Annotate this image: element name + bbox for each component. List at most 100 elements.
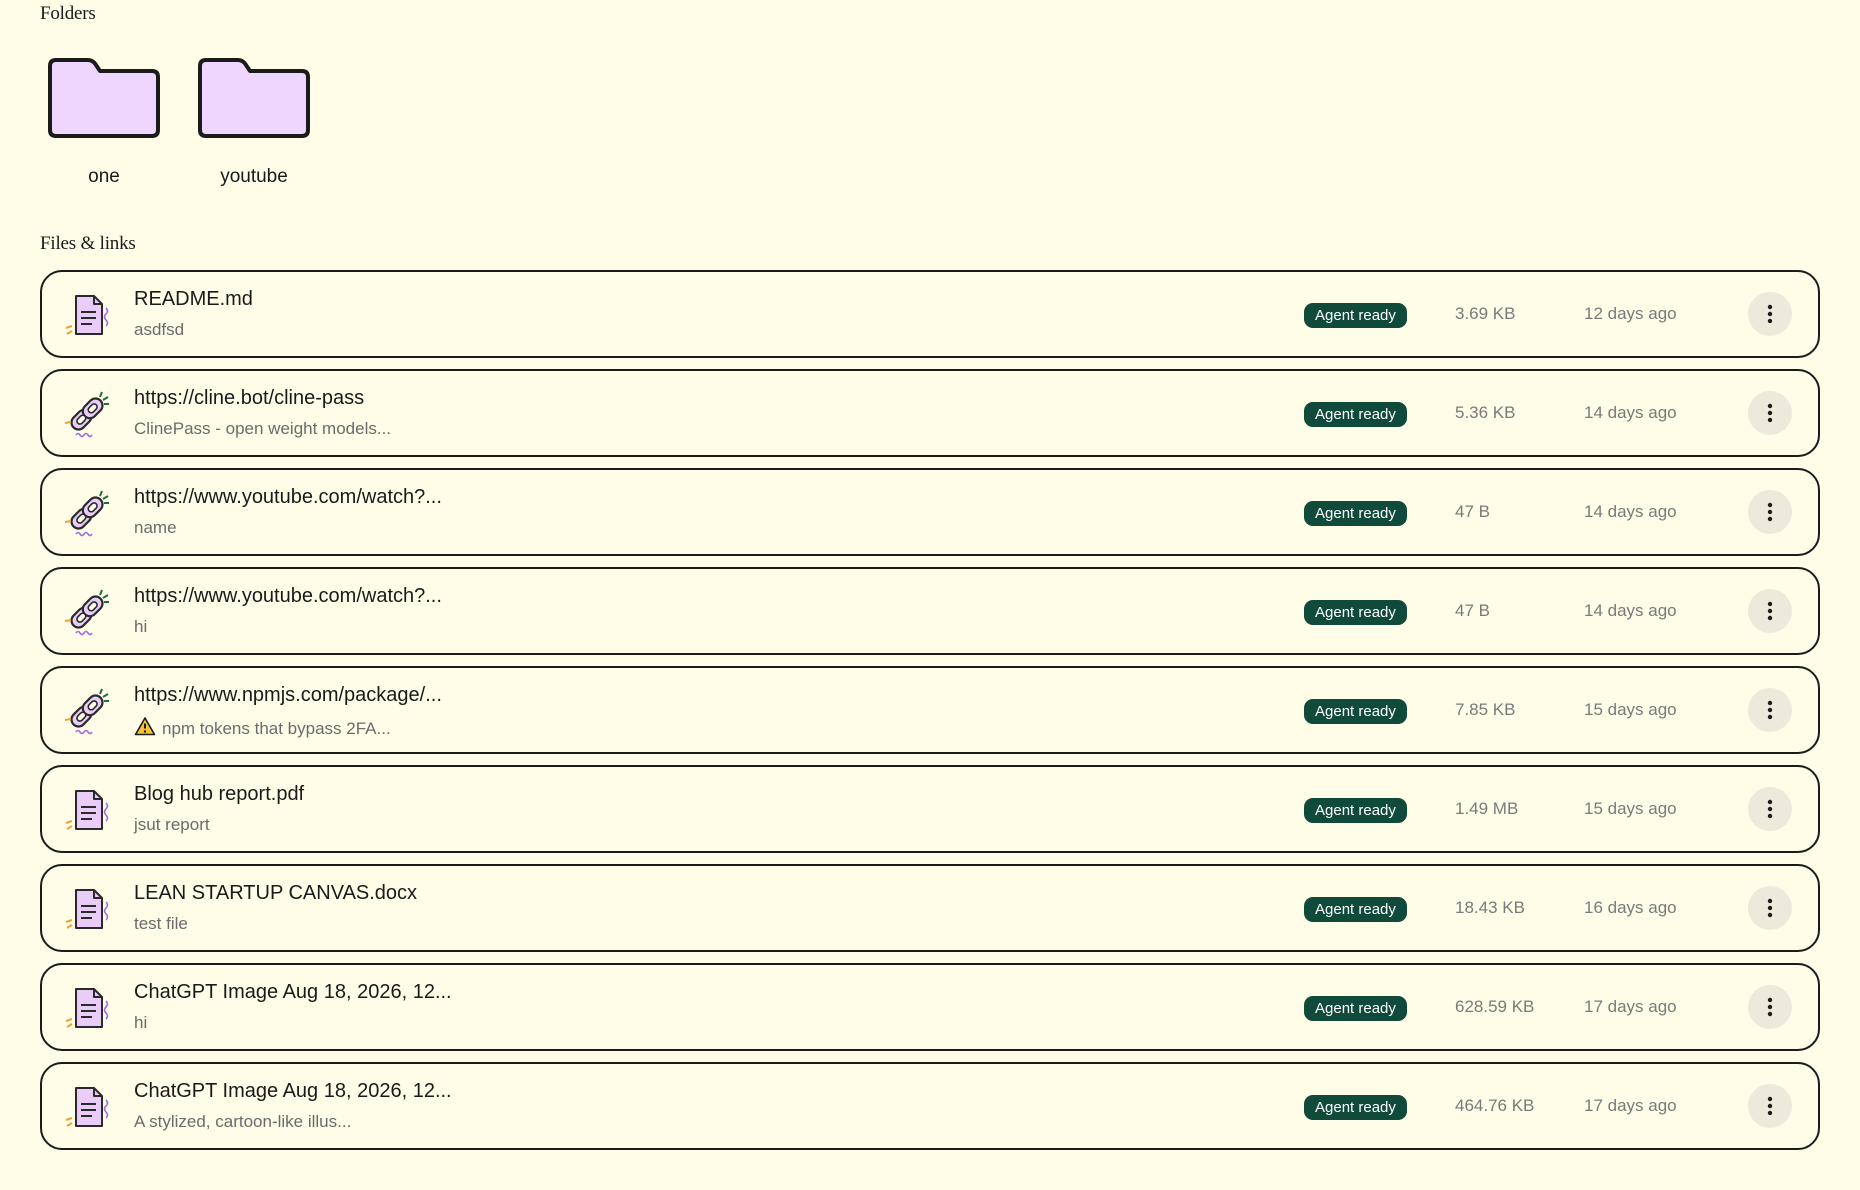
- more-options-button[interactable]: [1748, 886, 1792, 930]
- link-icon: [62, 488, 112, 538]
- file-description: npm tokens that bypass 2FA...: [134, 716, 391, 741]
- file-description: A stylized, cartoon-like illus...: [134, 1112, 351, 1132]
- file-description: jsut report: [134, 815, 210, 835]
- file-date: 17 days ago: [1584, 997, 1677, 1016]
- link-icon: [62, 686, 112, 736]
- file-date: 12 days ago: [1584, 304, 1677, 323]
- folders-section-title: Folders: [40, 3, 96, 24]
- warning-icon: [134, 716, 156, 741]
- file-title: https://cline.bot/cline-pass: [134, 387, 365, 409]
- folder-icon: [46, 56, 162, 140]
- more-vertical-icon: [1767, 601, 1773, 621]
- more-vertical-icon: [1767, 304, 1773, 324]
- status-badge: Agent ready: [1304, 600, 1407, 625]
- folder-name: one: [88, 166, 120, 187]
- status-badge: Agent ready: [1304, 402, 1407, 427]
- more-vertical-icon: [1767, 997, 1773, 1017]
- more-vertical-icon: [1767, 700, 1773, 720]
- file-row[interactable]: LEAN STARTUP CANVAS.docx test file Agent r…: [40, 864, 1820, 952]
- file-description-text: name: [134, 518, 177, 537]
- more-options-button[interactable]: [1748, 688, 1792, 732]
- file-row[interactable]: https://www.youtube.com/watch?... hi Agent…: [40, 567, 1820, 655]
- folder-name: youtube: [220, 166, 288, 187]
- document-icon: [62, 1082, 112, 1132]
- more-vertical-icon: [1767, 502, 1773, 522]
- file-row[interactable]: https://www.npmjs.com/package/... npm tok…: [40, 666, 1820, 754]
- file-size: 3.69 KB: [1455, 304, 1516, 323]
- file-date: 16 days ago: [1584, 898, 1677, 917]
- file-row[interactable]: Blog hub report.pdf jsut report Agent read…: [40, 765, 1820, 853]
- file-title: LEAN STARTUP CANVAS.docx: [134, 882, 418, 904]
- file-size: 5.36 KB: [1455, 403, 1516, 422]
- folder-icon: [196, 56, 312, 140]
- file-date: 17 days ago: [1584, 1096, 1677, 1115]
- status-badge: Agent ready: [1304, 303, 1407, 328]
- status-badge: Agent ready: [1304, 699, 1407, 724]
- file-date: 14 days ago: [1584, 601, 1677, 620]
- file-description: name: [134, 518, 177, 538]
- more-options-button[interactable]: [1748, 490, 1792, 534]
- status-badge: Agent ready: [1304, 798, 1407, 823]
- more-options-button[interactable]: [1748, 292, 1792, 336]
- more-options-button[interactable]: [1748, 787, 1792, 831]
- document-icon: [62, 983, 112, 1033]
- file-row[interactable]: ChatGPT Image Aug 18, 2026, 12... hi Agent…: [40, 963, 1820, 1051]
- file-row[interactable]: https://cline.bot/cline-pass ClinePass - …: [40, 369, 1820, 457]
- more-options-button[interactable]: [1748, 589, 1792, 633]
- file-description: asdfsd: [134, 320, 184, 340]
- more-options-button[interactable]: [1748, 1084, 1792, 1128]
- more-vertical-icon: [1767, 898, 1773, 918]
- link-icon: [62, 389, 112, 439]
- file-row[interactable]: ChatGPT Image Aug 18, 2026, 12... A styli…: [40, 1062, 1820, 1150]
- file-description: ClinePass - open weight models...: [134, 419, 391, 439]
- file-size: 47 B: [1455, 502, 1490, 521]
- document-icon: [62, 884, 112, 934]
- file-size: 628.59 KB: [1455, 997, 1535, 1016]
- file-date: 15 days ago: [1584, 799, 1677, 818]
- more-vertical-icon: [1767, 403, 1773, 423]
- file-description: hi: [134, 617, 147, 637]
- file-title: https://www.youtube.com/watch?...: [134, 486, 442, 508]
- file-size: 7.85 KB: [1455, 700, 1516, 719]
- link-icon: [62, 587, 112, 637]
- document-icon: [62, 290, 112, 340]
- files-section-title: Files & links: [40, 233, 136, 254]
- file-size: 464.76 KB: [1455, 1096, 1535, 1115]
- file-date: 15 days ago: [1584, 700, 1677, 719]
- file-description-text: asdfsd: [134, 320, 185, 339]
- file-title: https://www.npmjs.com/package/...: [134, 684, 442, 706]
- file-title: Blog hub report.pdf: [134, 783, 305, 805]
- more-options-button[interactable]: [1748, 985, 1792, 1029]
- file-description-text: npm tokens that bypass 2FA...: [162, 718, 391, 738]
- file-title: ChatGPT Image Aug 18, 2026, 12...: [134, 1080, 452, 1102]
- file-date: 14 days ago: [1584, 502, 1677, 521]
- file-description: hi: [134, 1013, 147, 1033]
- file-title: ChatGPT Image Aug 18, 2026, 12...: [134, 981, 452, 1003]
- folder-item[interactable]: one: [46, 56, 162, 188]
- status-badge: Agent ready: [1304, 996, 1407, 1021]
- folder-item[interactable]: youtube: [196, 56, 312, 188]
- file-title: https://www.youtube.com/watch?...: [134, 585, 442, 607]
- file-description: test file: [134, 914, 188, 934]
- files-list: README.md asdfsd Agent ready 3.69 KB 12 days…: [40, 270, 1820, 1150]
- file-description-text: A stylized, cartoon-like illus...: [134, 1112, 352, 1131]
- more-vertical-icon: [1767, 799, 1773, 819]
- file-description-text: test file: [134, 914, 188, 933]
- file-row[interactable]: https://www.youtube.com/watch?... name Age…: [40, 468, 1820, 556]
- status-badge: Agent ready: [1304, 1095, 1407, 1120]
- status-badge: Agent ready: [1304, 897, 1407, 922]
- file-size: 18.43 KB: [1455, 898, 1525, 917]
- more-vertical-icon: [1767, 1096, 1773, 1116]
- file-date: 14 days ago: [1584, 403, 1677, 422]
- file-size: 1.49 MB: [1455, 799, 1519, 818]
- folders-grid: one youtube: [46, 56, 312, 188]
- file-size: 47 B: [1455, 601, 1490, 620]
- file-row[interactable]: README.md asdfsd Agent ready 3.69 KB 12 days…: [40, 270, 1820, 358]
- more-options-button[interactable]: [1748, 391, 1792, 435]
- status-badge: Agent ready: [1304, 501, 1407, 526]
- file-description-text: jsut report: [134, 815, 210, 834]
- document-icon: [62, 785, 112, 835]
- file-title: README.md: [134, 288, 253, 310]
- file-description-text: hi: [134, 1013, 148, 1032]
- file-description-text: ClinePass - open weight models...: [134, 419, 392, 438]
